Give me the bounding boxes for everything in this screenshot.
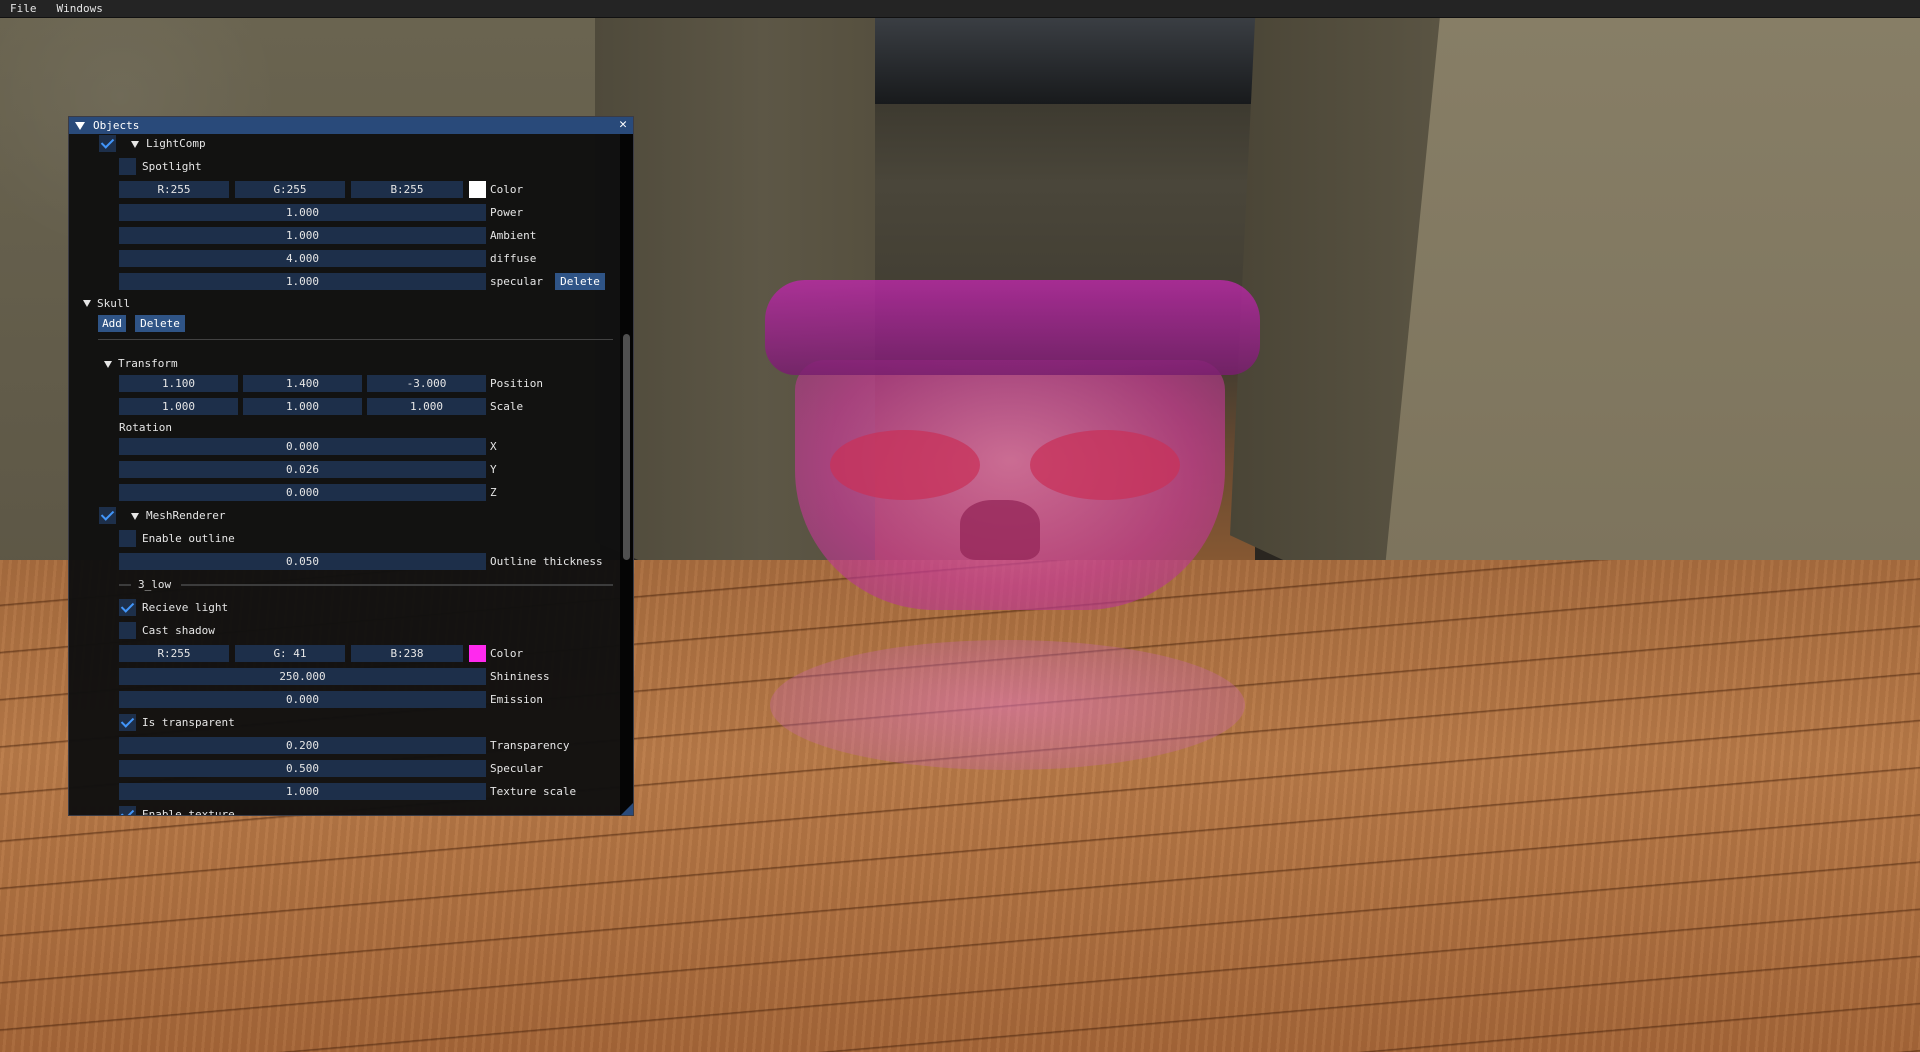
mesh-specular-label: Specular [490,762,543,775]
corridor-ceiling-opening [875,16,1255,104]
skull-expand-icon[interactable] [83,300,91,307]
diffuse-field[interactable]: 4.000 [119,250,486,267]
mesh-color-label: Color [490,647,524,660]
scale-y[interactable]: 1.000 [243,398,362,415]
rotation-y-label: Y [490,463,497,476]
mesh-enabled-checkbox[interactable] [99,507,116,524]
rotation-z-field[interactable]: 0.000 [119,484,486,501]
texture-scale-field[interactable]: 1.000 [119,783,486,800]
rotation-x-label: X [490,440,497,453]
skull-crown [765,280,1260,375]
power-label: Power [490,206,524,219]
close-icon[interactable]: ✕ [619,118,627,132]
transform-header[interactable]: Transform [118,354,178,373]
scrollbar-thumb[interactable] [623,334,630,560]
position-z[interactable]: -3.000 [367,375,486,392]
separator [98,339,613,340]
delete-object-button[interactable]: Delete [135,315,185,332]
light-color-g[interactable]: G:255 [235,181,345,198]
ambient-field[interactable]: 1.000 [119,227,486,244]
menu-file[interactable]: File [0,0,47,17]
window-content: LightComp Spotlight R:255 G:255 B:255 Co… [69,134,621,816]
is-transparent-checkbox[interactable] [119,714,136,731]
menu-bar: File Windows [0,0,1920,18]
outline-thickness-field[interactable]: 0.050 [119,553,486,570]
emission-field[interactable]: 0.000 [119,691,486,708]
mesh-color-swatch[interactable] [469,645,486,662]
concrete-wall-right [1360,16,1920,616]
resize-grip-icon[interactable] [621,803,633,815]
enable-texture-label: Enable texture [142,808,235,816]
skull-nose [960,500,1040,560]
rotation-z-label: Z [490,486,497,499]
rotation-x-field[interactable]: 0.000 [119,438,486,455]
enable-texture-checkbox[interactable] [119,806,136,815]
transparency-field[interactable]: 0.200 [119,737,486,754]
skull-eye-right [1030,430,1180,500]
enable-outline-label: Enable outline [142,532,235,545]
lightcomp-header[interactable]: LightComp [146,134,206,153]
mesh-specular-field[interactable]: 0.500 [119,760,486,777]
enable-outline-checkbox[interactable] [119,530,136,547]
cast-shadow-checkbox[interactable] [119,622,136,639]
add-component-button[interactable]: Add [98,315,126,332]
light-specular-label: specular [490,275,543,288]
delete-light-button[interactable]: Delete [555,273,605,290]
light-color-swatch[interactable] [469,181,486,198]
separator [119,584,131,586]
lightcomp-expand-icon[interactable] [131,141,139,148]
spotlight-checkbox[interactable] [119,158,136,175]
shininess-field[interactable]: 250.000 [119,668,486,685]
light-color-b[interactable]: B:255 [351,181,463,198]
menu-windows[interactable]: Windows [47,0,113,17]
submesh-label: 3_low [138,578,172,591]
scale-x[interactable]: 1.000 [119,398,238,415]
scale-z[interactable]: 1.000 [367,398,486,415]
position-y[interactable]: 1.400 [243,375,362,392]
collapse-arrow-icon[interactable] [75,121,85,130]
position-label: Position [490,377,543,390]
rotation-label: Rotation [119,421,172,434]
cast-shadow-label: Cast shadow [142,624,215,637]
outline-thickness-label: Outline thickness [490,555,603,568]
recieve-light-label: Recieve light [142,601,229,614]
is-transparent-label: Is transparent [142,716,235,729]
light-color-label: Color [490,183,524,196]
meshrenderer-expand-icon[interactable] [131,513,139,520]
objects-window: Objects ✕ LightComp Spotlight R:255 G:25… [68,116,634,816]
skull-base [770,640,1245,770]
spotlight-label: Spotlight [142,160,202,173]
mesh-color-g[interactable]: G: 41 [235,645,345,662]
window-title: Objects [93,119,140,132]
separator [181,584,613,586]
light-specular-field[interactable]: 1.000 [119,273,486,290]
shininess-label: Shininess [490,670,550,683]
rotation-y-field[interactable]: 0.026 [119,461,486,478]
mesh-color-r[interactable]: R:255 [119,645,229,662]
ambient-label: Ambient [490,229,537,242]
transparency-label: Transparency [490,739,570,752]
diffuse-label: diffuse [490,252,537,265]
light-color-r[interactable]: R:255 [119,181,229,198]
emission-label: Emission [490,693,543,706]
meshrenderer-header[interactable]: MeshRenderer [146,506,225,525]
recieve-light-checkbox[interactable] [119,599,136,616]
power-field[interactable]: 1.000 [119,204,486,221]
skull-eye-left [830,430,980,500]
position-x[interactable]: 1.100 [119,375,238,392]
mesh-color-b[interactable]: B:238 [351,645,463,662]
scale-label: Scale [490,400,524,413]
window-scrollbar[interactable] [620,134,633,815]
object-name[interactable]: Skull [97,294,130,313]
window-titlebar[interactable]: Objects ✕ [69,117,633,134]
light-enabled-checkbox[interactable] [99,135,116,152]
texture-scale-label: Texture scale [490,785,577,798]
transform-expand-icon[interactable] [104,361,112,368]
